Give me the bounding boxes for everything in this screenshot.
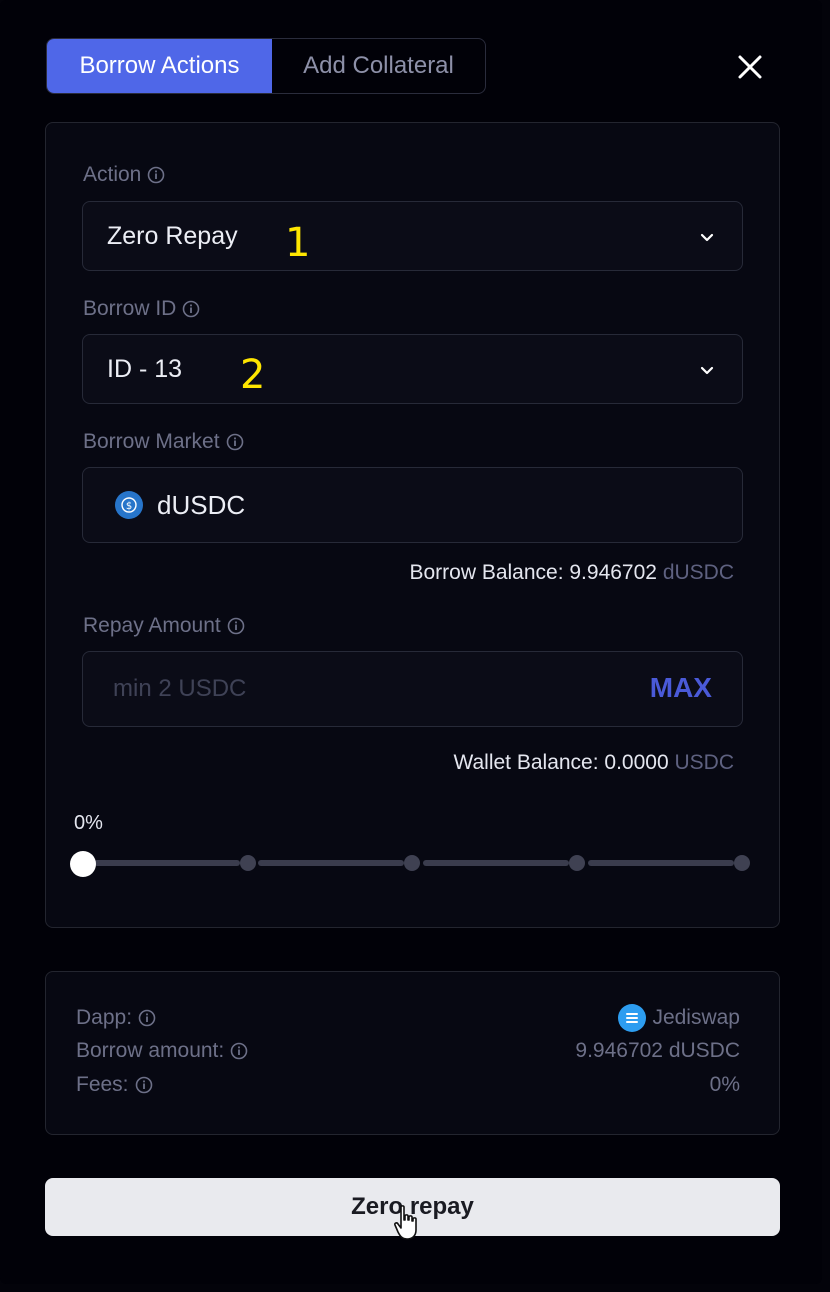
percent-slider-track[interactable] (82, 855, 750, 871)
slider-value-label: 0% (74, 812, 103, 834)
borrow-market-display: $ dUSDC (82, 467, 743, 543)
borrow-amount-value: 9.946702 dUSDC (575, 1039, 740, 1062)
usdc-coin-icon: $ (115, 491, 143, 519)
repay-amount-input[interactable] (113, 652, 613, 726)
slider-step-100[interactable] (734, 855, 750, 871)
chevron-down-icon (700, 233, 714, 242)
slider-segment (258, 860, 404, 866)
tab-borrow-actions[interactable]: Borrow Actions (47, 39, 272, 93)
borrow-amount-label: Borrow amount: (76, 1039, 225, 1062)
annotation-1: 1 (285, 220, 311, 266)
fees-value: 0% (709, 1073, 740, 1096)
close-icon[interactable] (733, 50, 767, 84)
slider-segment (94, 860, 240, 866)
action-label: Action (83, 163, 165, 187)
info-icon[interactable] (182, 300, 200, 318)
dapp-value: Jediswap (652, 1006, 740, 1029)
info-icon[interactable] (227, 617, 245, 635)
borrow-id-select[interactable]: ID - 13 (82, 334, 743, 404)
info-icon[interactable] (226, 433, 244, 451)
borrow-modal: Borrow Actions Add Collateral Action Zer… (0, 0, 822, 1284)
wallet-balance: Wallet Balance: 0.0000 USDC (453, 751, 734, 774)
slider-step-75[interactable] (569, 855, 585, 871)
dapp-label: Dapp: (76, 1006, 133, 1029)
borrow-market-value: dUSDC (157, 489, 246, 520)
hand-pointer-cursor-icon (394, 1205, 417, 1240)
borrow-market-label: Borrow Market (83, 430, 244, 454)
action-value: Zero Repay (107, 221, 238, 250)
summary-borrow-amount-row: Borrow amount: 9.946702 dUSDC (76, 1039, 740, 1063)
annotation-2: 2 (240, 352, 266, 398)
slider-segment (588, 860, 734, 866)
borrow-balance: Borrow Balance: 9.946702 dUSDC (409, 561, 734, 584)
chevron-down-icon (700, 366, 714, 375)
action-select[interactable]: Zero Repay (82, 201, 743, 271)
info-icon[interactable] (135, 1076, 153, 1094)
tab-add-collateral[interactable]: Add Collateral (272, 39, 485, 93)
svg-text:$: $ (126, 501, 132, 512)
info-icon[interactable] (230, 1042, 248, 1060)
slider-step-25[interactable] (240, 855, 256, 871)
max-button[interactable]: MAX (650, 672, 712, 704)
summary-fees-row: Fees: 0% (76, 1073, 740, 1097)
fees-label: Fees: (76, 1073, 129, 1096)
info-icon[interactable] (138, 1009, 156, 1027)
repay-amount-label: Repay Amount (83, 614, 245, 638)
summary-dapp-row: Dapp: Jediswap (76, 1004, 740, 1032)
slider-thumb[interactable] (70, 851, 96, 877)
repay-amount-field: MAX (82, 651, 743, 727)
borrow-id-label: Borrow ID (83, 297, 200, 321)
borrow-id-value: ID - 13 (107, 354, 183, 383)
jediswap-logo-icon (618, 1004, 647, 1032)
slider-step-50[interactable] (404, 855, 420, 871)
slider-segment (423, 860, 569, 866)
tab-group: Borrow Actions Add Collateral (46, 38, 486, 94)
info-icon[interactable] (147, 166, 165, 184)
